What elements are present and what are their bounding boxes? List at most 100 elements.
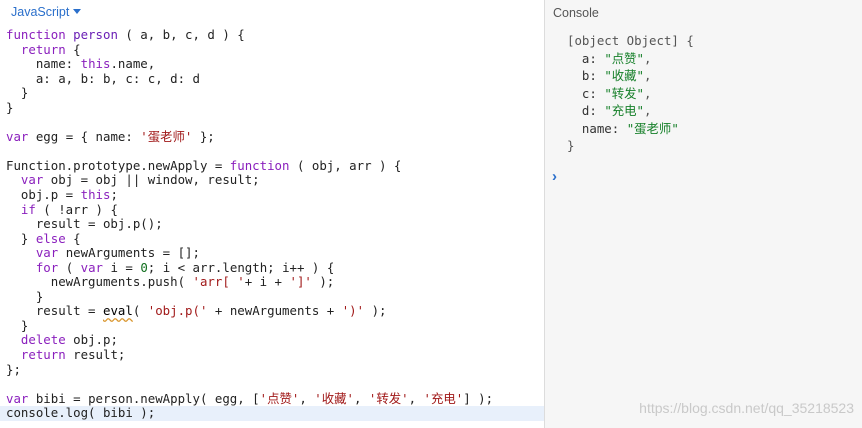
language-label: JavaScript — [11, 5, 70, 19]
console-prompt-icon[interactable]: › — [552, 168, 557, 185]
code-token: '转发' — [368, 390, 409, 406]
code-line[interactable]: result = obj.p(); — [6, 216, 544, 232]
code-line[interactable]: newArguments.push( 'arr[ '+ i + ']' ); — [6, 275, 544, 290]
console-token: [object Object] { — [567, 33, 694, 48]
code-token: obj.p = — [6, 187, 81, 203]
code-token: name: — [6, 56, 81, 72]
code-token: , — [353, 390, 369, 406]
code-token: console.log( bibi ); — [6, 405, 156, 421]
code-token: 0 — [140, 259, 148, 275]
code-token: 'arr[ ' — [192, 274, 245, 290]
code-line[interactable]: } — [6, 318, 544, 334]
code-line[interactable]: name: this.name, — [6, 56, 544, 72]
console-token: name: — [567, 120, 627, 136]
code-line[interactable]: }; — [6, 361, 544, 378]
code-token: ] ); — [463, 390, 494, 406]
code-line[interactable]: } — [6, 85, 544, 101]
console-output-line: d: "充电", — [567, 102, 694, 120]
console-output-line: c: "转发", — [567, 85, 694, 103]
code-line[interactable]: } else { — [6, 230, 544, 247]
language-dropdown[interactable]: JavaScript — [11, 5, 82, 19]
console-pane: Console [object Object] { a: "点赞", b: "收… — [545, 0, 862, 428]
console-output-line: [object Object] { — [567, 32, 694, 50]
code-token: obj = obj || window, result; — [43, 172, 260, 188]
code-token: var — [6, 128, 29, 144]
code-line[interactable]: } — [6, 99, 544, 116]
code-line[interactable]: return { — [6, 41, 544, 58]
language-bar: JavaScript — [0, 0, 544, 26]
code-token: '收藏' — [314, 390, 354, 406]
console-token: "点赞" — [604, 50, 645, 66]
code-line[interactable]: for ( var i = 0; i < arr.length; i++ ) { — [6, 259, 544, 276]
code-line[interactable]: delete obj.p; — [6, 333, 544, 348]
console-token: b: — [567, 68, 605, 83]
code-token: person — [73, 27, 118, 42]
code-token: 'obj.p(' — [147, 303, 208, 319]
code-token: return — [20, 347, 66, 363]
console-output-line: b: "收藏", — [567, 67, 694, 85]
code-token: function — [229, 157, 290, 173]
code-line[interactable] — [6, 115, 544, 130]
code-token: { — [65, 41, 81, 57]
code-editor-pane[interactable]: JavaScript function person ( a, b, c, d … — [0, 0, 544, 428]
code-token: newArguments = []; — [58, 245, 200, 261]
console-token: "蛋老师" — [626, 120, 679, 136]
code-token: + i + — [244, 274, 290, 290]
console-token: "充电" — [604, 103, 645, 118]
code-line[interactable]: result = eval( 'obj.p(' + newArguments +… — [6, 304, 544, 319]
code-line[interactable]: function person ( a, b, c, d ) { — [6, 27, 544, 43]
code-token: ( — [132, 303, 148, 319]
code-token: ( — [58, 259, 81, 275]
chevron-down-icon — [73, 9, 82, 14]
code-token: i = — [103, 259, 141, 275]
code-token: Function.prototype.newApply = — [6, 157, 230, 173]
console-token: } — [567, 138, 575, 153]
code-token: ( !arr ) { — [35, 201, 118, 217]
code-token: ')' — [341, 303, 365, 319]
code-token: result; — [65, 347, 126, 363]
code-token: if — [20, 201, 36, 217]
code-token: } — [6, 288, 44, 304]
code-token: '点赞' — [259, 390, 300, 406]
code-token: }; — [6, 361, 21, 377]
console-token: a: — [567, 50, 605, 66]
code-line[interactable]: Function.prototype.newApply = function (… — [6, 157, 544, 174]
code-token: newArguments.push( — [6, 274, 193, 290]
console-token: "转发" — [604, 85, 645, 101]
code-token: } — [6, 85, 29, 101]
code-line[interactable]: console.log( bibi ); — [0, 405, 544, 421]
console-token: , — [644, 68, 652, 83]
console-output-line: } — [567, 137, 694, 155]
code-line[interactable]: var egg = { name: '蛋老师' }; — [6, 128, 544, 145]
code-line[interactable]: return result; — [6, 347, 544, 363]
code-line[interactable]: var bibi = person.newApply( egg, ['点赞', … — [6, 390, 544, 407]
code-line[interactable] — [6, 144, 544, 159]
code-line[interactable] — [6, 377, 544, 392]
code-token: + newArguments + — [207, 303, 342, 319]
code-token: { — [65, 230, 81, 246]
code-token: var — [20, 172, 44, 188]
code-line[interactable]: var obj = obj || window, result; — [6, 173, 544, 188]
code-line[interactable]: if ( !arr ) { — [6, 201, 544, 218]
code-line[interactable]: obj.p = this; — [6, 187, 544, 203]
console-output-line: name: "蛋老师" — [567, 120, 694, 138]
console-output: [object Object] { a: "点赞", b: "收藏", c: "… — [567, 32, 694, 155]
code-token: bibi = person.newApply( egg, [ — [28, 390, 260, 406]
console-token: , — [644, 85, 652, 101]
code-token: obj.p; — [65, 332, 118, 348]
code-line[interactable]: var newArguments = []; — [6, 245, 544, 261]
code-token: , — [408, 390, 424, 406]
code-token: } — [6, 230, 36, 246]
code-line[interactable]: } — [6, 288, 544, 305]
code-token: } — [6, 99, 14, 115]
code-token: ; — [110, 187, 118, 203]
console-title: Console — [553, 6, 599, 20]
code-area[interactable]: function person ( a, b, c, d ) { return … — [0, 27, 544, 421]
code-line[interactable]: a: a, b: b, c: c, d: d — [6, 71, 544, 87]
